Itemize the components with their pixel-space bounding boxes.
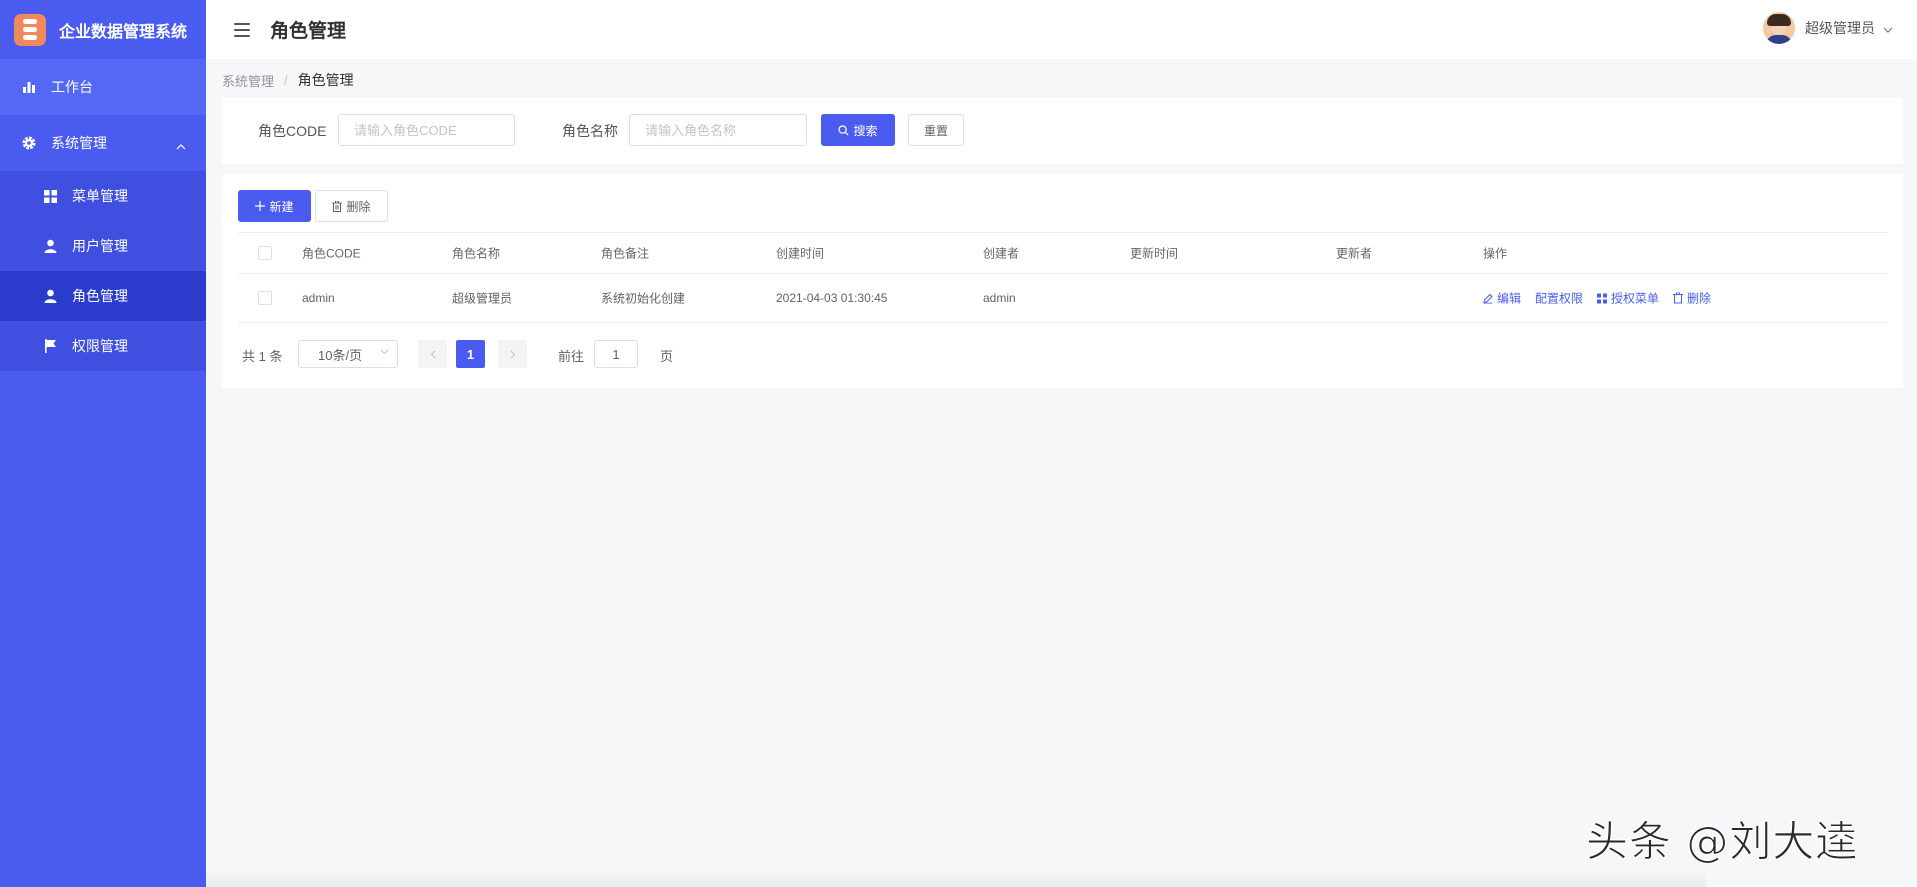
search-button-label: 搜索 (853, 123, 878, 138)
roles-table: 角色CODE 角色名称 角色备注 创建时间 创建者 更新时间 更新者 操作 ad… (238, 232, 1888, 323)
goto-label: 前往 (558, 349, 585, 364)
edit-action[interactable]: 编辑 (1483, 290, 1521, 307)
cell-created-at: 2021-04-03 01:30:45 (776, 291, 888, 305)
column-header: 角色名称 (452, 246, 501, 261)
sidebar-item-label: 用户管理 (72, 238, 128, 254)
page-suffix-label: 页 (660, 349, 674, 364)
plus-icon (255, 201, 266, 211)
edit-action-label: 编辑 (1497, 291, 1522, 306)
trash-icon (332, 200, 343, 212)
cell-role-code: admin (302, 291, 335, 305)
column-header: 操作 (1483, 246, 1508, 261)
column-header: 更新时间 (1130, 246, 1179, 261)
chevron-left-icon (430, 350, 435, 358)
pagination-total: 共 1 条 (242, 349, 283, 364)
edit-icon (1483, 293, 1493, 303)
sidebar-item-label: 权限管理 (72, 338, 128, 354)
goto-page-input[interactable]: 1 (594, 340, 638, 368)
sidebar-item-system[interactable]: 系统管理 (0, 115, 206, 171)
chevron-down-icon (380, 349, 389, 355)
sidebar: 企业数据管理系统 工作台 系统管理 菜单管理 用户管理 角色管理 权限管理 (0, 0, 206, 887)
page-number-button[interactable]: 1 (456, 340, 485, 368)
chevron-up-icon (176, 137, 186, 153)
sidebar-item-label: 工作台 (51, 79, 93, 95)
user-name: 超级管理员 (1805, 20, 1875, 36)
table-card: 新建 删除 角色CODE 角色名称 角色备注 创建时间 创建者 更新时间 更新者… (222, 174, 1903, 388)
cell-role-remark: 系统初始化创建 (601, 291, 686, 306)
reset-button-label: 重置 (923, 123, 948, 138)
column-header: 创建时间 (776, 246, 825, 261)
delete-action[interactable]: 删除 (1673, 290, 1711, 307)
sidebar-item-roles[interactable]: 角色管理 (0, 271, 206, 321)
batch-delete-button-label: 删除 (346, 199, 371, 214)
user-icon (42, 288, 58, 304)
watermark: 头条 @刘大逵 (1585, 817, 1859, 867)
breadcrumb: 系统管理 / 角色管理 (222, 70, 354, 90)
table-row: admin 超级管理员 系统初始化创建 2021-04-03 01:30:45 … (238, 274, 1888, 323)
app-logo-icon (14, 13, 46, 46)
chevron-down-icon (1883, 21, 1893, 36)
avatar[interactable] (1763, 12, 1795, 44)
breadcrumb-separator: / (284, 72, 288, 88)
role-code-label: 角色CODE (258, 123, 327, 139)
table-header: 角色CODE 角色名称 角色备注 创建时间 创建者 更新时间 更新者 操作 (238, 232, 1888, 274)
column-header: 创建者 (983, 246, 1020, 261)
app-title: 企业数据管理系统 (59, 23, 188, 41)
prev-page-button[interactable] (418, 340, 447, 368)
breadcrumb-current: 角色管理 (297, 72, 354, 88)
row-checkbox[interactable] (258, 291, 272, 305)
configure-permissions-action[interactable]: 配置权限 (1535, 290, 1583, 307)
column-header: 更新者 (1336, 246, 1373, 261)
column-header: 角色CODE (302, 246, 361, 261)
cell-creator: admin (983, 291, 1016, 305)
role-name-label: 角色名称 (562, 123, 618, 139)
sidebar-item-label: 菜单管理 (72, 188, 128, 204)
top-header: 角色管理 超级管理员 (206, 0, 1917, 59)
new-button-label: 新建 (269, 199, 294, 214)
authorize-menu-label: 授权菜单 (1611, 291, 1660, 306)
hamburger-menu-icon[interactable] (234, 22, 250, 37)
chevron-right-icon (510, 350, 515, 358)
grid-icon (1597, 293, 1608, 303)
gear-icon (20, 134, 38, 152)
column-header: 角色备注 (601, 246, 650, 261)
row-actions: 编辑 配置权限 授权菜单 删除 (1483, 290, 1711, 307)
sidebar-item-dashboard[interactable]: 工作台 (0, 59, 206, 115)
page-size-value: 10条/页 (318, 347, 363, 363)
sidebar-item-label: 角色管理 (72, 288, 128, 304)
flag-icon (42, 338, 58, 354)
delete-action-label: 删除 (1687, 291, 1712, 306)
select-all-checkbox[interactable] (258, 246, 272, 260)
sidebar-item-menu[interactable]: 菜单管理 (0, 171, 206, 221)
search-icon (838, 124, 849, 136)
cell-role-name: 超级管理员 (452, 291, 513, 306)
batch-delete-button[interactable]: 删除 (315, 190, 388, 222)
role-code-input[interactable] (338, 114, 515, 146)
role-name-input[interactable] (629, 114, 807, 146)
new-button[interactable]: 新建 (238, 190, 311, 222)
pagination: 共 1 条 10条/页 1 前往 1 页 (242, 340, 942, 368)
configure-permissions-label: 配置权限 (1535, 291, 1584, 306)
page-title: 角色管理 (270, 21, 347, 42)
authorize-menu-action[interactable]: 授权菜单 (1597, 290, 1659, 307)
sidebar-item-permissions[interactable]: 权限管理 (0, 321, 206, 371)
search-form: 角色CODE 角色名称 搜索 重置 (222, 98, 1903, 164)
breadcrumb-parent[interactable]: 系统管理 (222, 71, 274, 90)
bar-chart-icon (20, 78, 38, 96)
bottom-shadow (206, 872, 1706, 887)
page-size-select[interactable]: 10条/页 (298, 340, 398, 368)
search-button[interactable]: 搜索 (821, 114, 895, 146)
sidebar-item-users[interactable]: 用户管理 (0, 221, 206, 271)
brand: 企业数据管理系统 (0, 0, 206, 59)
sidebar-item-label: 系统管理 (51, 135, 107, 151)
trash-icon (1673, 292, 1684, 304)
grid-icon (42, 188, 58, 204)
next-page-button[interactable] (498, 340, 527, 368)
reset-button[interactable]: 重置 (908, 114, 964, 146)
user-icon (42, 238, 58, 254)
user-dropdown[interactable]: 超级管理员 (1763, 12, 1893, 44)
